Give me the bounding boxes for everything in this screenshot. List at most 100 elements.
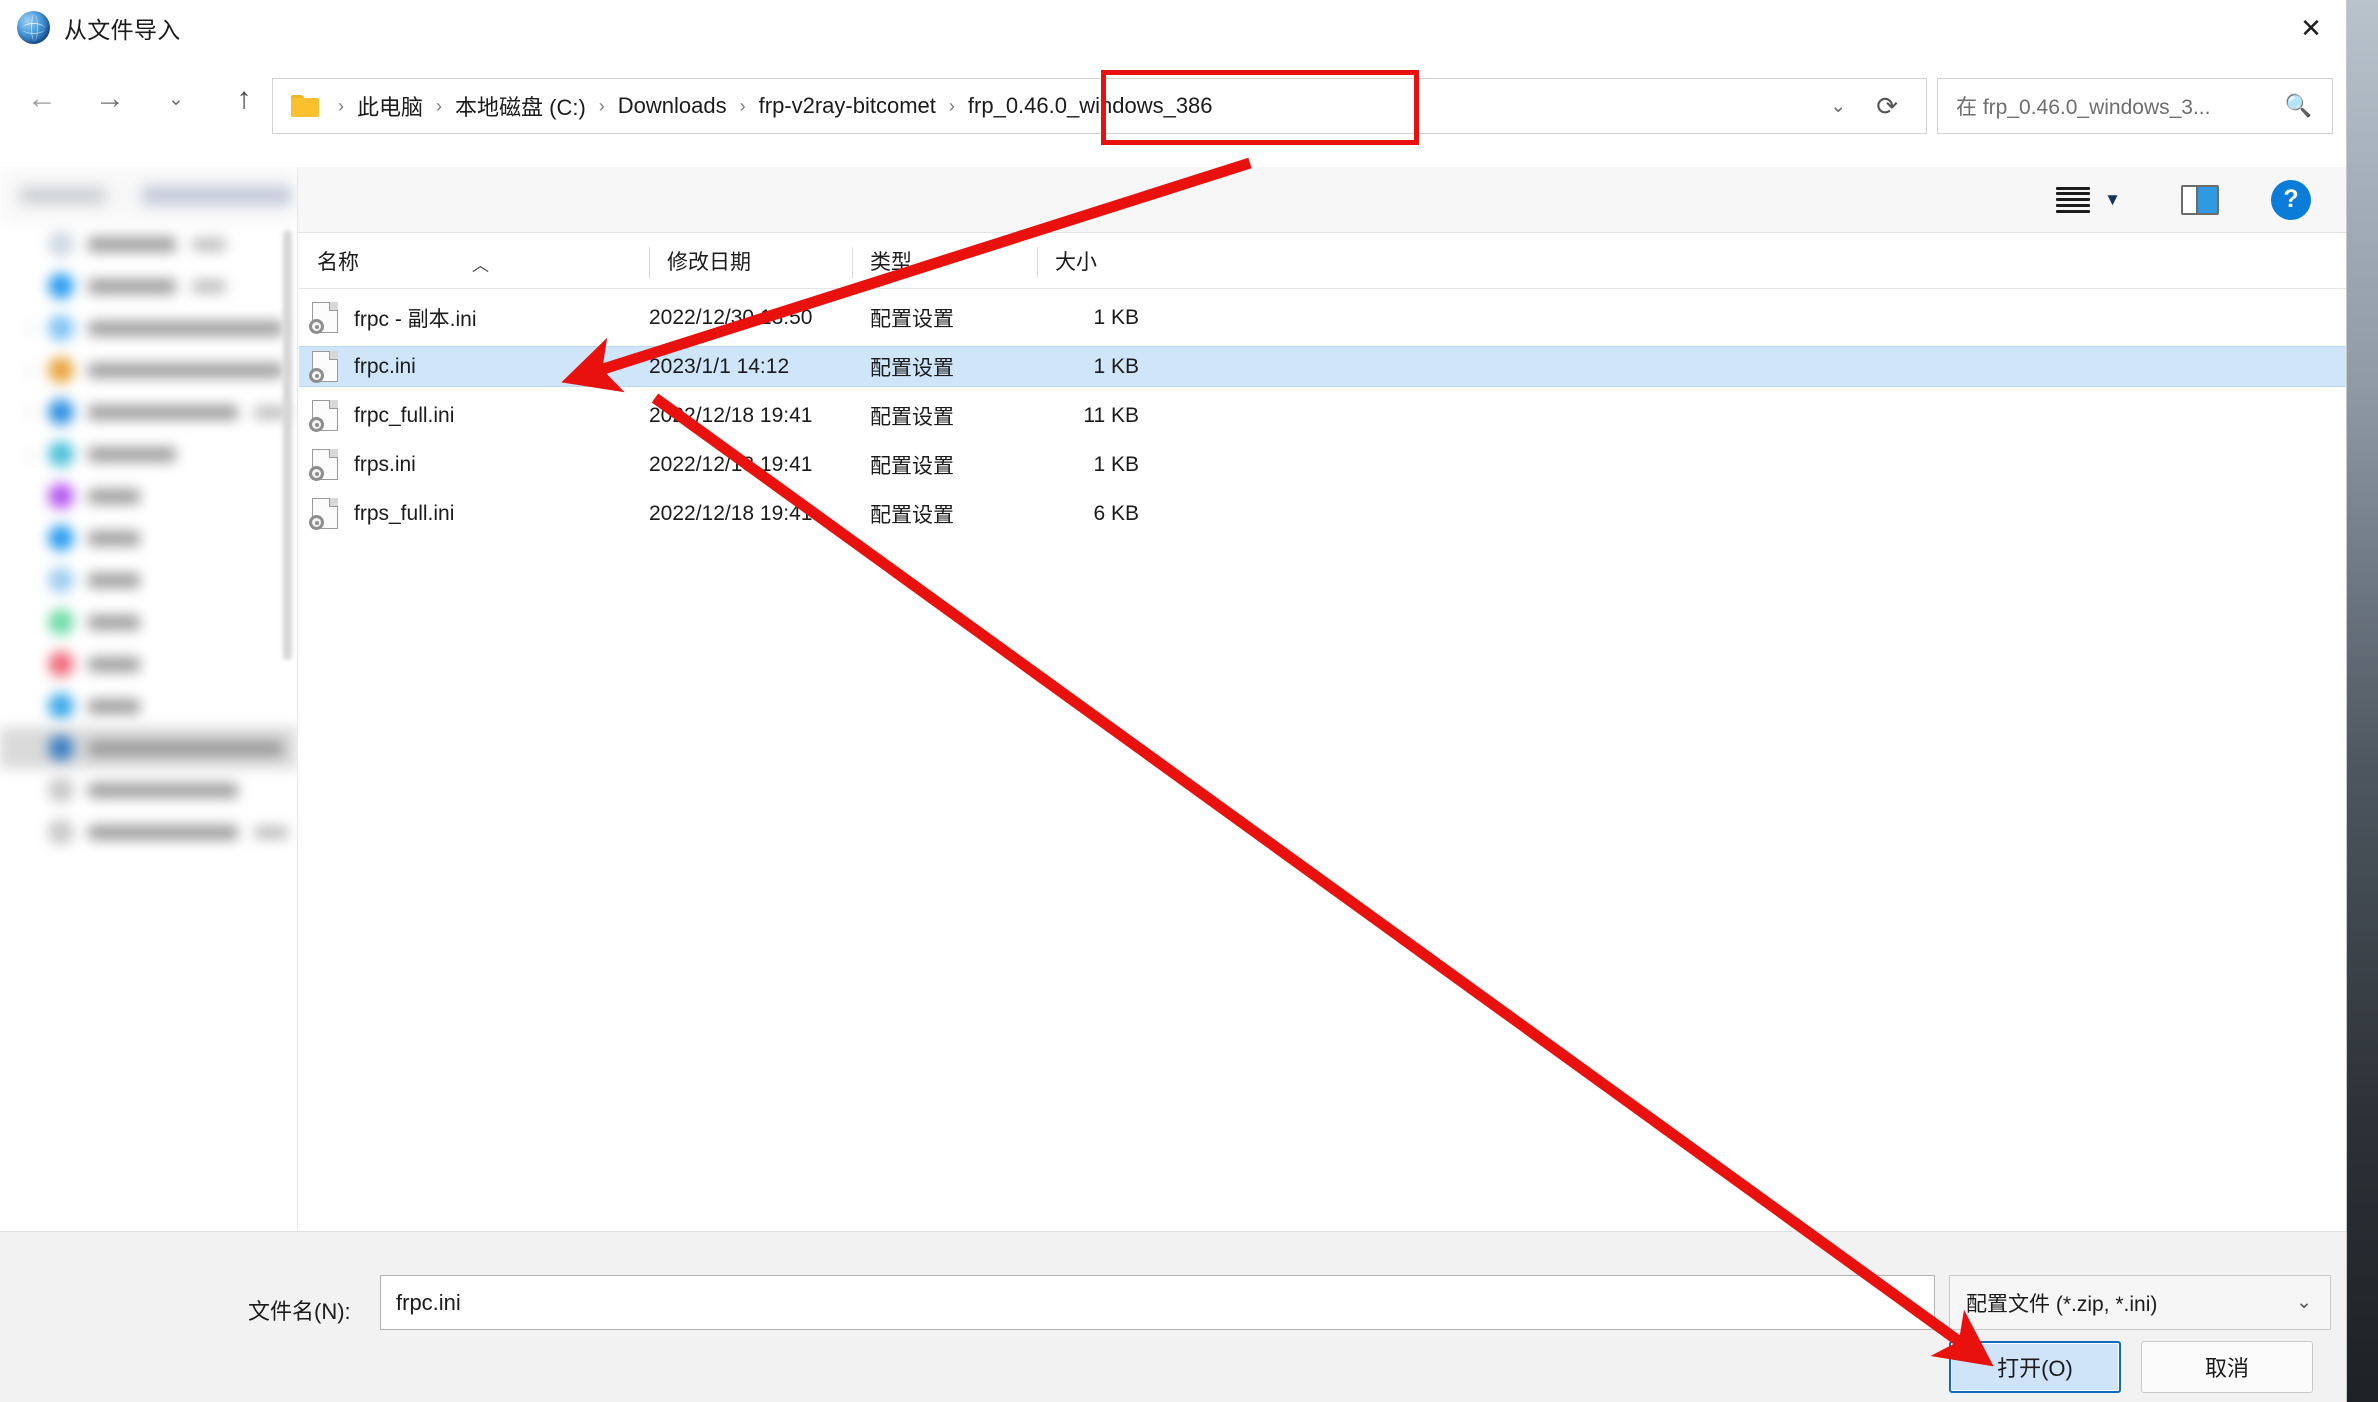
column-header-name-label: 名称 <box>317 251 359 274</box>
sidebar-item-icon <box>48 819 74 845</box>
table-row[interactable]: frpc_full.ini 2022/12/18 19:41 配置设置 11 KB <box>299 395 2346 436</box>
sidebar-item-8[interactable] <box>0 559 297 601</box>
title-group: 从文件导入 <box>0 11 181 45</box>
breadcrumb-item-1[interactable]: 本地磁盘 (C:) <box>449 87 592 125</box>
chevron-right-icon[interactable]: › <box>28 363 44 378</box>
table-row[interactable]: frpc.ini 2023/1/1 14:12 配置设置 1 KB <box>299 346 2346 387</box>
sidebar-header-redacted <box>0 167 297 223</box>
column-header-size[interactable]: 大小 <box>1037 233 1147 288</box>
breadcrumb: › 此电脑 › 本地磁盘 (C:) › Downloads › frp-v2ra… <box>331 87 1219 125</box>
search-icon: 🔍 <box>2284 93 2312 118</box>
breadcrumb-item-3[interactable]: frp-v2ray-bitcomet <box>753 90 942 122</box>
filter-chevron-down-icon: ⌄ <box>2296 1292 2312 1313</box>
sidebar-item-0[interactable] <box>0 223 297 265</box>
sidebar-item-3[interactable]: › <box>0 349 297 391</box>
sidebar-item-icon <box>48 483 74 509</box>
sidebar-item-meta-redacted <box>254 825 288 839</box>
file-type-cell: 配置设置 <box>870 356 954 380</box>
sidebar-item-2[interactable]: › <box>0 307 297 349</box>
filename-input[interactable]: frpc.ini ⌄ <box>380 1275 1935 1330</box>
filename-chevron-down-icon[interactable]: ⌄ <box>1901 1291 1917 1314</box>
file-date-cell: 2022/12/18 19:41 <box>649 501 813 525</box>
chevron-right-icon[interactable]: › <box>28 321 44 336</box>
cancel-button[interactable]: 取消 <box>2141 1341 2313 1393</box>
sidebar-item-label-redacted <box>88 824 238 840</box>
chevron-right-icon[interactable]: › <box>28 447 44 462</box>
file-name-cell: frps.ini <box>299 449 649 481</box>
file-size-cell: 1 KB <box>1093 305 1139 329</box>
file-name-cell: frpc_full.ini <box>299 400 649 432</box>
sidebar-item-label-redacted <box>88 782 238 798</box>
address-chevron-down-icon[interactable]: ⌄ <box>1804 95 1872 118</box>
column-header-type-label: 类型 <box>870 251 912 274</box>
file-type-filter-select[interactable]: 配置文件 (*.zip, *.ini) ⌄ <box>1949 1275 2331 1330</box>
column-header-date-label: 修改日期 <box>667 251 751 274</box>
breadcrumb-item-2[interactable]: Downloads <box>612 90 733 122</box>
column-header-date[interactable]: 修改日期 <box>649 233 852 288</box>
file-name-label: frps_full.ini <box>354 501 455 525</box>
sidebar-item-icon <box>48 735 74 761</box>
breadcrumb-item-4[interactable]: frp_0.46.0_windows_386 <box>962 90 1219 122</box>
chevron-right-icon[interactable]: › <box>28 405 44 420</box>
sidebar-item-6[interactable] <box>0 475 297 517</box>
file-type-filter-value: 配置文件 (*.zip, *.ini) <box>1966 1292 2158 1316</box>
file-rows: frpc - 副本.ini 2022/12/30 13:50 配置设置 1 KB frp… <box>299 297 2346 534</box>
sidebar-item-12[interactable] <box>0 727 297 769</box>
address-bar[interactable]: › 此电脑 › 本地磁盘 (C:) › Downloads › frp-v2ra… <box>272 78 1927 134</box>
sidebar-item-label-redacted <box>88 362 283 378</box>
table-row[interactable]: frps.ini 2022/12/18 19:41 配置设置 1 KB <box>299 444 2346 485</box>
file-date-cell: 2022/12/30 13:50 <box>649 305 813 329</box>
filename-label: 文件名(N): <box>248 1299 351 1324</box>
sidebar-item-7[interactable] <box>0 517 297 559</box>
sidebar-item-label-redacted <box>88 278 176 294</box>
file-name-label: frps.ini <box>354 452 416 476</box>
recent-locations-chevron-down-icon[interactable]: ⌄ <box>148 71 204 127</box>
back-button[interactable]: ← <box>14 71 70 127</box>
sidebar-item-icon <box>48 315 74 341</box>
up-button[interactable]: ↑ <box>216 71 272 127</box>
sidebar-item-14[interactable] <box>0 811 297 853</box>
list-view-button[interactable] <box>2056 176 2104 224</box>
sidebar-item-icon <box>48 525 74 551</box>
file-open-dialog: 从文件导入 ✕ ← → ⌄ ↑ › 此电脑 › 本地磁盘 (C:) › Down… <box>0 0 2347 1402</box>
navigation-sidebar[interactable]: › › › › <box>0 167 298 1230</box>
search-input[interactable]: 在 frp_0.46.0_windows_3... 🔍 <box>1937 78 2333 134</box>
sidebar-item-label-redacted <box>88 740 283 756</box>
forward-button[interactable]: → <box>82 71 138 127</box>
sidebar-item-13[interactable] <box>0 769 297 811</box>
sidebar-item-list: › › › › <box>0 223 297 853</box>
close-icon[interactable]: ✕ <box>2275 0 2346 55</box>
preview-pane-icon <box>2181 184 2219 215</box>
refresh-icon[interactable]: ⟳ <box>1872 91 1926 122</box>
sidebar-item-5[interactable]: › <box>0 433 297 475</box>
open-button[interactable]: 打开(O) <box>1949 1341 2121 1393</box>
column-header-name[interactable]: 名称 ︿ <box>299 233 649 288</box>
sidebar-item-label-redacted <box>88 446 176 462</box>
sidebar-item-meta-redacted <box>192 237 226 251</box>
sidebar-item-label-redacted <box>88 698 140 714</box>
column-header-type[interactable]: 类型 <box>852 233 1037 288</box>
file-type-cell: 配置设置 <box>870 405 954 429</box>
file-name-label: frpc - 副本.ini <box>354 307 477 331</box>
sidebar-item-label-redacted <box>88 656 140 672</box>
sidebar-scrollbar[interactable] <box>283 230 292 660</box>
file-date-cell: 2023/1/1 14:12 <box>649 354 790 378</box>
sidebar-item-1[interactable] <box>0 265 297 307</box>
preview-pane-button[interactable] <box>2181 176 2271 224</box>
file-type-cell: 配置设置 <box>870 454 954 478</box>
breadcrumb-item-0[interactable]: 此电脑 <box>351 87 429 125</box>
view-options-button[interactable]: ▼ <box>2104 176 2181 224</box>
chevron-down-icon: ▼ <box>2104 189 2121 209</box>
help-button[interactable]: ? <box>2271 176 2346 224</box>
table-row[interactable]: frpc - 副本.ini 2022/12/30 13:50 配置设置 1 KB <box>299 297 2346 338</box>
sidebar-item-11[interactable] <box>0 685 297 727</box>
sidebar-item-9[interactable] <box>0 601 297 643</box>
sidebar-item-10[interactable] <box>0 643 297 685</box>
sidebar-item-4[interactable]: › <box>0 391 297 433</box>
sidebar-item-meta-redacted <box>192 279 226 293</box>
sidebar-item-icon <box>48 609 74 635</box>
address-bar-controls: ⌄ ⟳ <box>1804 91 1926 122</box>
file-list-pane: 名称 ︿ 修改日期 类型 大小 frpc - 副本.ini 2022/12/30 … <box>299 233 2346 1230</box>
sidebar-item-label-redacted <box>88 614 140 630</box>
table-row[interactable]: frps_full.ini 2022/12/18 19:41 配置设置 6 KB <box>299 493 2346 534</box>
